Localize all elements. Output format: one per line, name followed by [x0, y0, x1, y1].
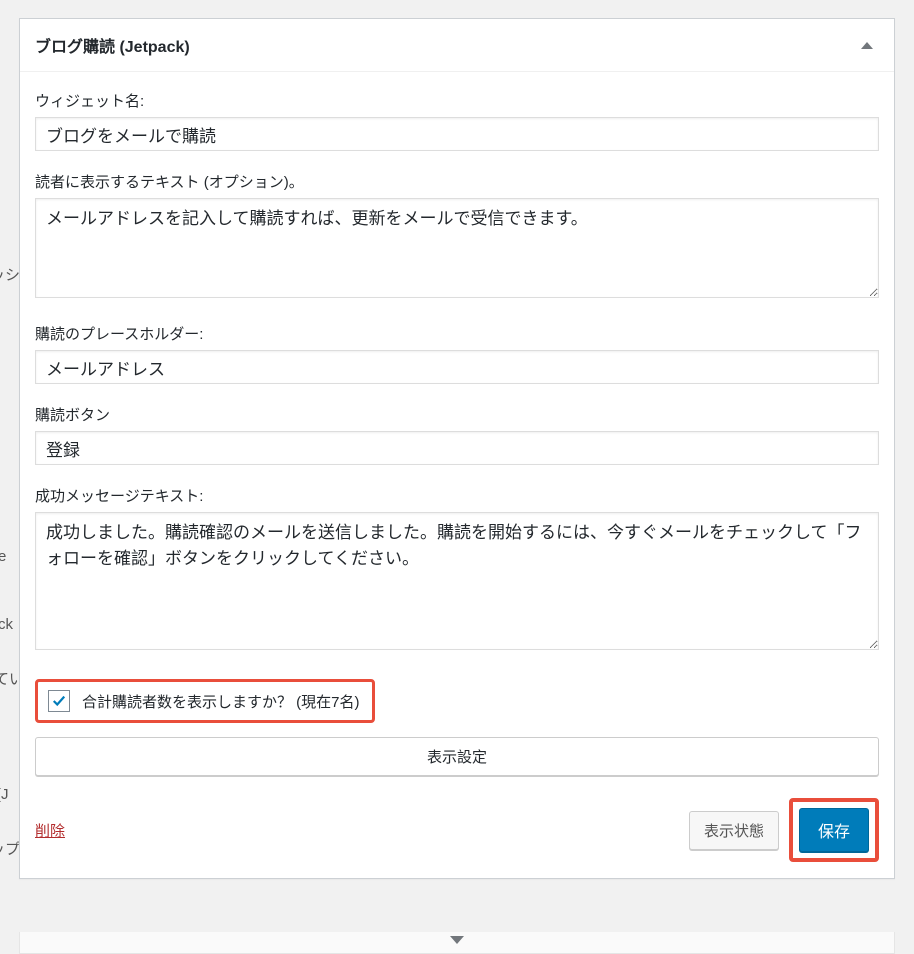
- chevron-up-icon: [861, 42, 873, 49]
- delete-link[interactable]: 削除: [35, 820, 65, 841]
- highlight-subscriber-count: 合計購読者数を表示しますか？ (現在7名): [35, 679, 375, 723]
- widget-name-label: ウィジェット名:: [35, 90, 879, 111]
- button-label: 購読ボタン: [35, 404, 879, 425]
- save-button[interactable]: 保存: [799, 808, 869, 852]
- visibility-settings-button[interactable]: 表示設定: [35, 737, 879, 776]
- bg-text-4: (J: [0, 786, 9, 803]
- bg-text-3: ck: [0, 616, 13, 633]
- highlight-save: 保存: [789, 798, 879, 862]
- form-group-success: 成功メッセージテキスト:: [35, 485, 879, 655]
- display-status-button[interactable]: 表示状態: [689, 811, 779, 850]
- reader-text-label: 読者に表示するテキスト (オプション)。: [35, 171, 879, 192]
- collapsed-widget-below[interactable]: [19, 932, 895, 954]
- subscriber-count-checkbox[interactable]: [48, 690, 70, 712]
- button-input[interactable]: [35, 431, 879, 465]
- success-label: 成功メッセージテキスト:: [35, 485, 879, 506]
- widget-container: ブログ購読 (Jetpack) ウィジェット名: 読者に表示するテキスト (オプ…: [19, 18, 895, 879]
- reader-text-textarea[interactable]: [35, 198, 879, 298]
- widget-footer: 削除 表示状態 保存: [35, 798, 879, 868]
- bg-text-2: e: [0, 548, 6, 565]
- placeholder-input[interactable]: [35, 350, 879, 384]
- widget-header[interactable]: ブログ購読 (Jetpack): [20, 19, 894, 72]
- bg-text-1: ッシ: [0, 264, 20, 285]
- widget-title: ブログ購読 (Jetpack): [35, 33, 190, 57]
- widget-body: ウィジェット名: 読者に表示するテキスト (オプション)。 購読のプレースホルダ…: [20, 72, 894, 878]
- form-group-widget-name: ウィジェット名:: [35, 90, 879, 151]
- success-textarea[interactable]: [35, 512, 879, 650]
- widget-name-input[interactable]: [35, 117, 879, 151]
- footer-right-actions: 表示状態 保存: [689, 798, 879, 862]
- form-group-button: 購読ボタン: [35, 404, 879, 465]
- placeholder-label: 購読のプレースホルダー:: [35, 323, 879, 344]
- subscriber-count-label[interactable]: 合計購読者数を表示しますか？ (現在7名): [82, 691, 360, 712]
- bg-text-6: ップ: [0, 838, 20, 859]
- chevron-down-icon: [450, 936, 464, 944]
- form-group-placeholder: 購読のプレースホルダー:: [35, 323, 879, 384]
- check-icon: [52, 694, 66, 708]
- background-sidebar: [0, 0, 19, 954]
- form-group-reader-text: 読者に表示するテキスト (オプション)。: [35, 171, 879, 303]
